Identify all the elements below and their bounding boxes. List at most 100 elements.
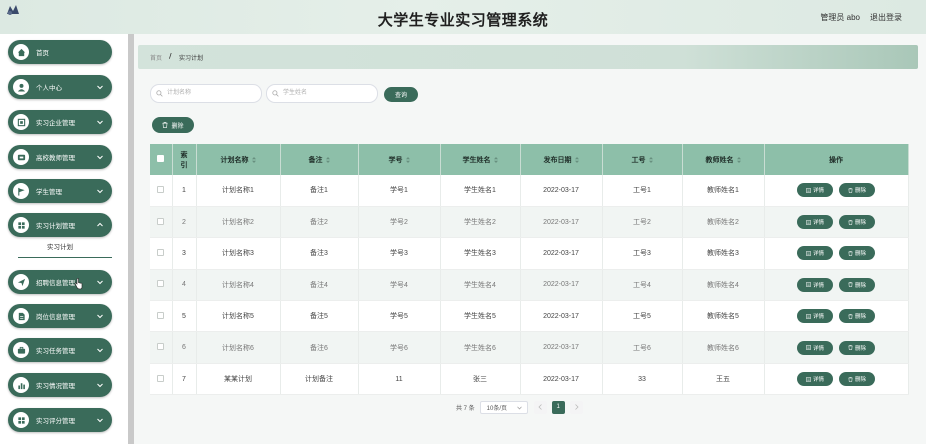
row-actions-cell: 详情 删除: [764, 237, 909, 270]
cell-staff-no: 33: [602, 363, 683, 396]
cell-staff-no: 工号5: [602, 300, 683, 333]
chevron-down-icon: [97, 85, 103, 90]
student-name-search-input[interactable]: 学生姓名: [266, 84, 378, 103]
delete-button[interactable]: 删除: [839, 277, 875, 292]
submenu-item-plan[interactable]: 实习计划: [8, 240, 112, 256]
row-checkbox[interactable]: [157, 280, 165, 288]
total-count: 共 7 条: [456, 405, 475, 412]
select-all-checkbox[interactable]: [157, 155, 165, 162]
sidebar-item-recruitment[interactable]: 招聘信息管理: [8, 270, 112, 294]
detail-button[interactable]: 详情: [797, 372, 833, 387]
trash-icon: [848, 251, 853, 256]
table-row[interactable]: 1 计划名称1 备注1 学号1 学生姓名1 2022-03-17 工号1 教师姓名1 详情 删除: [150, 175, 909, 207]
row-checkbox[interactable]: [157, 248, 165, 256]
sort-icon[interactable]: [648, 156, 653, 163]
cell-index: 6: [172, 331, 197, 364]
detail-button[interactable]: 详情: [797, 183, 833, 198]
bulk-delete-button[interactable]: 删除: [152, 117, 194, 133]
detail-label: 详情: [812, 282, 824, 289]
table-row[interactable]: 7 某某计划 计划备注 11 张三 2022-03-17 33 王五 详情 删除: [150, 363, 909, 396]
table-row[interactable]: 2 计划名称2 备注2 学号2 学生姓名2 2022-03-17 工号2 教师姓名2 详情 删除: [150, 206, 909, 239]
column-header-student-name[interactable]: 学生姓名: [440, 144, 521, 175]
column-header-date[interactable]: 发布日期: [520, 144, 603, 175]
row-checkbox[interactable]: [157, 185, 165, 193]
query-button[interactable]: 查询: [384, 87, 418, 102]
pagination: 共 7 条 10条/页 1: [456, 400, 583, 414]
delete-label: 删除: [854, 314, 866, 321]
sidebar-item-profile[interactable]: 个人中心: [8, 75, 112, 99]
cell-index: 3: [172, 237, 197, 270]
delete-button[interactable]: 删除: [839, 372, 875, 387]
breadcrumb-home[interactable]: 首页: [150, 53, 162, 62]
cell-student-name: 学生姓名5: [440, 300, 521, 333]
next-page-button[interactable]: [569, 400, 583, 414]
sort-icon[interactable]: [574, 156, 579, 163]
sort-icon[interactable]: [325, 156, 330, 163]
table-row[interactable]: 3 计划名称3 备注3 学号3 学生姓名3 2022-03-17 工号3 教师姓名3 详情 删除: [150, 237, 909, 270]
row-select-cell[interactable]: [150, 269, 173, 302]
sidebar-item-home[interactable]: 首页: [8, 40, 112, 64]
delete-button[interactable]: 删除: [839, 309, 875, 324]
row-select-cell[interactable]: [150, 206, 173, 239]
trash-icon: [848, 282, 853, 288]
table-row[interactable]: 4 计划名称4 备注4 学号4 学生姓名4 2022-03-17 工号4 教师姓名4 详情 删除: [150, 269, 909, 302]
table-row[interactable]: 5 计划名称5 备注5 学号5 学生姓名5 2022-03-17 工号5 教师姓名5 详情 删除: [150, 300, 909, 333]
page-size-select[interactable]: 10条/页: [479, 400, 528, 414]
column-header-teacher[interactable]: 教师姓名: [682, 144, 765, 175]
row-checkbox[interactable]: [157, 217, 165, 225]
delete-button[interactable]: 删除: [839, 246, 875, 261]
sort-icon[interactable]: [493, 156, 498, 163]
row-select-cell[interactable]: [150, 300, 173, 333]
sidebar-item-teachers[interactable]: 高校教师管理: [8, 145, 112, 169]
delete-button[interactable]: 删除: [839, 183, 875, 198]
detail-button[interactable]: 详情: [797, 340, 833, 355]
delete-button[interactable]: 删除: [839, 215, 875, 230]
row-select-cell[interactable]: [150, 331, 173, 364]
student-name-placeholder: 学生姓名: [283, 90, 308, 96]
page-number-current[interactable]: 1: [551, 400, 565, 414]
cell-staff-no: 工号2: [602, 206, 683, 239]
sidebar-item-companies[interactable]: 实习企业管理: [8, 110, 112, 134]
plan-name-search-input[interactable]: 计划名称: [150, 84, 262, 103]
detail-button[interactable]: 详情: [797, 246, 833, 261]
sidebar-item-status[interactable]: 实习情况管理: [8, 373, 112, 397]
column-header-student-no[interactable]: 学号: [358, 144, 441, 175]
cell-staff-no: 工号4: [602, 269, 683, 302]
cell-date: 2022-03-17: [520, 237, 603, 270]
detail-button[interactable]: 详情: [797, 277, 833, 292]
cell-teacher: 教师姓名6: [682, 331, 765, 364]
column-header-note[interactable]: 备注: [280, 144, 359, 175]
row-checkbox[interactable]: [157, 311, 165, 319]
sort-icon[interactable]: [736, 156, 741, 163]
sidebar-item-scoring[interactable]: 实习评分管理: [8, 408, 112, 432]
sidebar-item-tasks[interactable]: 实习任务管理: [8, 338, 112, 362]
column-header-staff-no[interactable]: 工号: [602, 144, 683, 175]
row-select-cell[interactable]: [150, 363, 173, 396]
sidebar-item-positions[interactable]: 岗位信息管理: [8, 304, 112, 328]
delete-label: 删除: [854, 282, 866, 289]
cell-note: 备注3: [280, 237, 359, 270]
breadcrumb-current: 实习计划: [179, 56, 204, 62]
sidebar-item-label: 岗位信息管理: [36, 314, 75, 321]
trash-icon: [848, 313, 853, 319]
chevron-down-icon: [97, 383, 103, 388]
row-select-cell[interactable]: [150, 175, 173, 207]
sidebar-item-plans[interactable]: 实习计划管理: [8, 213, 112, 237]
logout-link[interactable]: 退出登录: [870, 12, 902, 23]
table-row[interactable]: 6 计划名称6 备注6 学号6 学生姓名6 2022-03-17 工号6 教师姓名6 详情 删除: [150, 331, 909, 364]
detail-button[interactable]: 详情: [797, 309, 833, 324]
sort-icon[interactable]: [405, 156, 410, 163]
cell-staff-no: 工号3: [602, 237, 683, 270]
row-checkbox[interactable]: [157, 343, 165, 351]
row-select-cell[interactable]: [150, 237, 173, 270]
detail-button[interactable]: 详情: [797, 215, 833, 230]
delete-button[interactable]: 删除: [839, 340, 875, 355]
row-checkbox[interactable]: [157, 374, 165, 382]
detail-label: 详情: [812, 345, 824, 352]
sidebar-item-students[interactable]: 学生管理: [8, 179, 112, 203]
select-all-cell[interactable]: [150, 144, 173, 175]
prev-page-button[interactable]: [533, 400, 547, 414]
sort-icon[interactable]: [251, 156, 256, 163]
column-header-plan[interactable]: 计划名称: [196, 144, 281, 175]
table-body: 1 计划名称1 备注1 学号1 学生姓名1 2022-03-17 工号1 教师姓名1 详情 删除 2…: [150, 175, 909, 396]
